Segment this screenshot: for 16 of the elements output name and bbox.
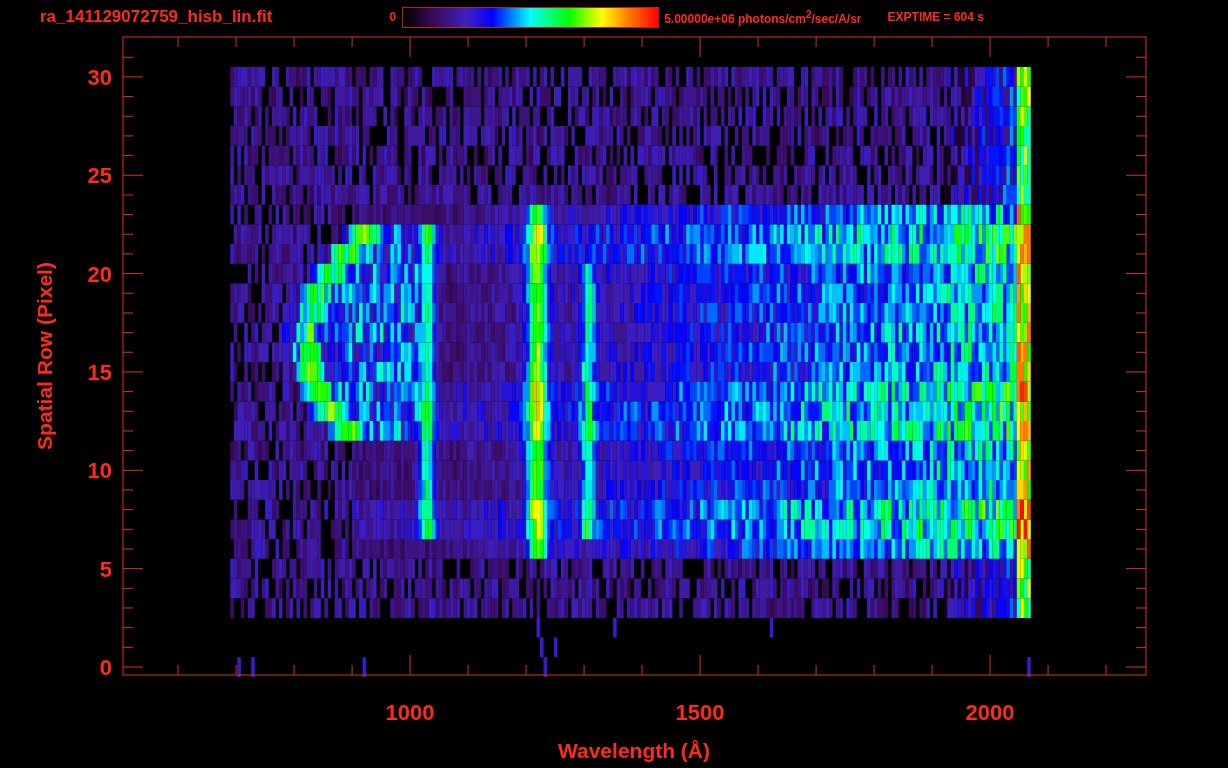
y-axis-title: Spatial Row (Pixel) xyxy=(33,262,56,450)
x-tick-label: 2000 xyxy=(965,700,1015,725)
y-tick-label: 30 xyxy=(87,64,112,90)
colorbar-max-label: 5.00000e+06 photons/cm$^{2}$/sec/A/sr xyxy=(664,8,862,26)
exposure-time-label: EXPTIME = 604 s xyxy=(887,10,984,24)
y-tick-label: 15 xyxy=(87,359,112,385)
y-tick-label: 20 xyxy=(87,261,112,287)
x-axis-title: Wavelength (Å) xyxy=(557,739,711,762)
file-name-title: ra_141129072759_hisb_lin.fit xyxy=(40,7,273,27)
x-tick-label: 1500 xyxy=(675,700,725,725)
y-tick-label: 0 xyxy=(99,655,112,680)
x-tick-label: 1000 xyxy=(385,700,435,725)
y-tick-label: 10 xyxy=(87,458,112,484)
y-tick-label: 5 xyxy=(99,556,112,582)
y-tick-label: 25 xyxy=(87,163,112,189)
colorbar-min-label: 0 xyxy=(389,10,397,24)
